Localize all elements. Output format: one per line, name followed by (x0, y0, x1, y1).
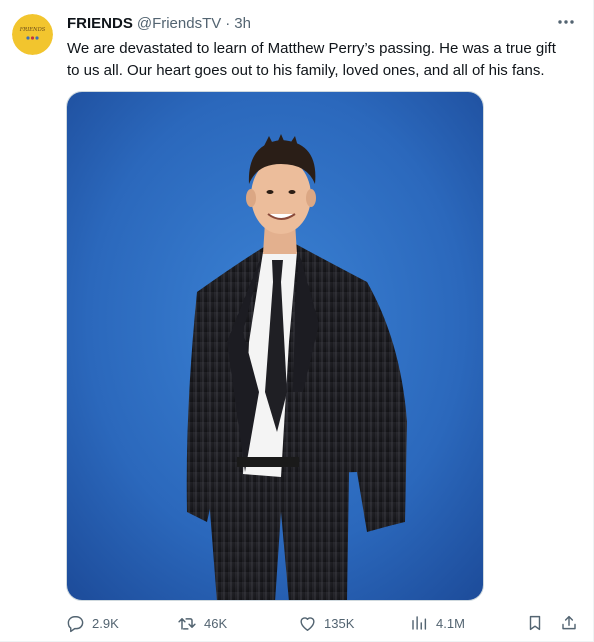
retweet-icon (176, 612, 198, 634)
more-horizontal-icon (558, 20, 574, 24)
reply-icon (64, 612, 86, 634)
timestamp[interactable]: 3h (234, 14, 251, 34)
share-button[interactable] (558, 611, 580, 635)
tweet[interactable]: FRIENDS FRIENDS @FriendsTV · 3h We are d… (0, 0, 594, 642)
display-name[interactable]: FRIENDS (67, 14, 133, 34)
heart-icon (296, 612, 318, 634)
like-button[interactable]: 135K (296, 611, 354, 635)
avatar[interactable]: FRIENDS (12, 14, 53, 55)
reply-count: 2.9K (92, 615, 119, 631)
separator-dot: · (225, 15, 231, 32)
bookmark-icon (524, 612, 546, 634)
friends-logo-avatar: FRIENDS (12, 14, 53, 55)
tweet-text: We are devastated to learn of Matthew Pe… (67, 40, 556, 79)
portrait-image (67, 92, 483, 600)
tweet-photo[interactable] (66, 91, 484, 601)
bookmark-button[interactable] (524, 611, 546, 635)
retweet-button[interactable]: 46K (176, 611, 227, 635)
tweet-actions: 2.9K 46K 135K 4.1M (62, 611, 582, 635)
view-count: 4.1M (436, 615, 465, 631)
views-chart-icon (408, 612, 430, 634)
like-count: 135K (324, 615, 355, 631)
user-handle[interactable]: @FriendsTV (137, 14, 221, 34)
svg-text:FRIENDS: FRIENDS (19, 27, 46, 33)
more-options-button[interactable] (553, 12, 579, 32)
tweet-header: FRIENDS @FriendsTV · 3h (67, 14, 251, 34)
reply-button[interactable]: 2.9K (64, 611, 119, 635)
retweet-count: 46K (204, 615, 228, 631)
share-icon (558, 612, 580, 634)
views-button[interactable]: 4.1M (408, 611, 465, 635)
